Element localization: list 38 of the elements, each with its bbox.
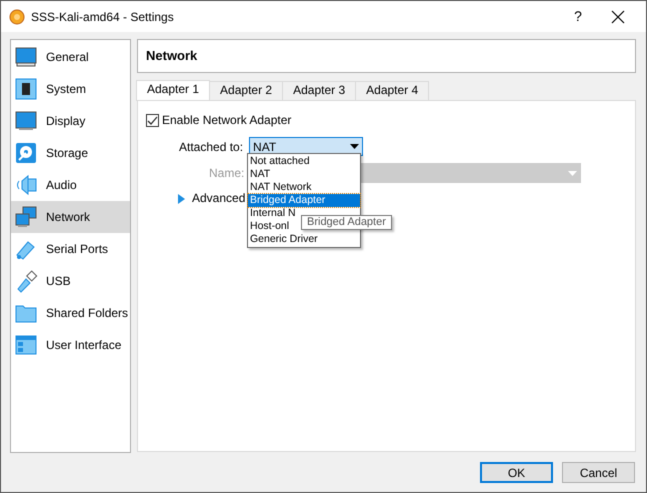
dropdown-option[interactable]: NAT Network xyxy=(248,181,360,194)
expand-arrow-icon xyxy=(176,194,186,204)
dialog-button[interactable]: Cancel xyxy=(562,462,635,484)
sidebar-item[interactable]: Storage xyxy=(11,137,130,170)
checkbox[interactable] xyxy=(146,114,159,127)
sidebar-item[interactable]: Display xyxy=(11,105,130,138)
dropdown-option[interactable]: Bridged Adapter xyxy=(248,194,360,208)
caret-icon xyxy=(350,144,360,150)
sidebar-item[interactable]: General xyxy=(11,41,130,74)
sidebar-item[interactable]: User Interface xyxy=(11,329,130,362)
sidebar-item[interactable]: System xyxy=(11,73,130,106)
dialog-button[interactable]: OK xyxy=(480,462,553,484)
window-title: SSS-Kali-amd64 - Settings xyxy=(31,8,175,26)
expander-label[interactable]: Advanced xyxy=(192,189,246,208)
sidebar-item[interactable]: Serial Ports xyxy=(11,233,130,266)
checkbox-label: Enable Network Adapter xyxy=(162,112,292,130)
network-icon xyxy=(14,205,38,230)
caret-icon xyxy=(568,170,578,176)
dropdown-option[interactable]: Generic Driver xyxy=(248,233,360,246)
sidebar-item[interactable]: Network xyxy=(11,201,130,234)
sidebar-item[interactable]: Shared Folders xyxy=(11,297,130,330)
app-icon xyxy=(9,8,25,25)
tab[interactable]: Adapter 1 xyxy=(136,80,210,102)
sidebar-item[interactable]: USB xyxy=(11,265,130,298)
section-header: Network xyxy=(137,39,636,74)
sidebar-item[interactable]: Audio xyxy=(11,169,130,202)
speaker-icon xyxy=(14,173,38,198)
tooltip: Bridged Adapter xyxy=(301,215,392,230)
help-button[interactable]: ? xyxy=(558,5,598,28)
tab[interactable]: Adapter 4 xyxy=(355,81,430,100)
dropdown-option[interactable]: NAT xyxy=(248,168,360,182)
dropdown-option[interactable]: Not attached xyxy=(248,155,360,168)
field-label: Attached to: xyxy=(179,138,244,156)
window-icon xyxy=(14,333,38,358)
monitor-icon xyxy=(14,45,38,70)
chip-icon xyxy=(14,77,38,102)
field-label: Name: xyxy=(209,165,244,182)
close-icon xyxy=(611,10,625,24)
